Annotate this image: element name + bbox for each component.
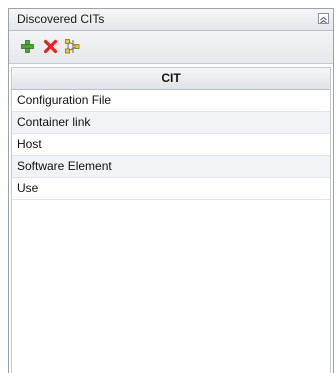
table-row[interactable]: Host bbox=[12, 134, 330, 156]
double-chevron-up-icon bbox=[320, 16, 327, 24]
panel-title-bar: Discovered CITs bbox=[9, 9, 333, 31]
discovered-cits-panel: Discovered CITs CIT Configuration File C… bbox=[8, 8, 334, 373]
topology-button[interactable] bbox=[64, 38, 81, 55]
table-row[interactable]: Configuration File bbox=[12, 90, 330, 112]
table-row[interactable]: Container link bbox=[12, 112, 330, 134]
toolbar bbox=[9, 31, 333, 64]
add-icon bbox=[21, 40, 34, 53]
column-header-cit[interactable]: CIT bbox=[12, 68, 330, 90]
table-row[interactable]: Use bbox=[12, 178, 330, 200]
cit-table: CIT Configuration File Container link Ho… bbox=[11, 67, 331, 373]
add-button[interactable] bbox=[19, 38, 36, 55]
topology-icon bbox=[65, 39, 80, 54]
delete-icon bbox=[43, 39, 58, 54]
collapse-button[interactable] bbox=[318, 13, 329, 24]
table-row[interactable]: Software Element bbox=[12, 156, 330, 178]
panel-title: Discovered CITs bbox=[17, 12, 105, 26]
delete-button[interactable] bbox=[42, 38, 59, 55]
